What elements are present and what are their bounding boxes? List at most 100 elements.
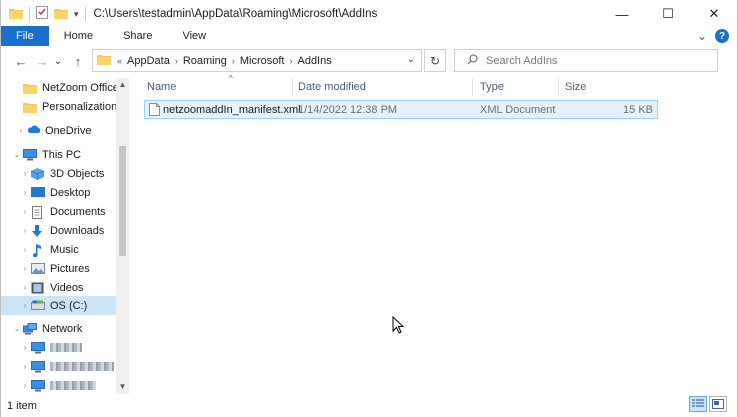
sidebar-item-label: Pictures	[50, 262, 90, 275]
column-divider[interactable]	[292, 78, 293, 96]
sidebar-item-label: This PC	[42, 148, 82, 161]
column-header-type[interactable]: Type	[480, 76, 562, 98]
file-row[interactable]: netzoomaddIn_manifest.xml 1/14/2022 12:3…	[144, 100, 658, 119]
desktop-icon	[31, 186, 45, 199]
breadcrumb-addins[interactable]: AddIns	[297, 55, 331, 67]
expand-chevron-icon[interactable]: ›	[19, 283, 31, 292]
search-placeholder: Search AddIns	[486, 54, 558, 67]
new-folder-icon[interactable]	[54, 7, 68, 22]
column-header-date-modified[interactable]: Date modified	[298, 76, 474, 98]
sidebar-item-pictures[interactable]: › Pictures	[1, 259, 116, 278]
sidebar-item-3d-objects[interactable]: › 3D Objects	[1, 164, 116, 183]
sidebar-item-downloads[interactable]: › Downloads	[1, 221, 116, 240]
tab-view[interactable]: View	[167, 26, 221, 46]
expand-chevron-icon[interactable]: ›	[19, 188, 31, 197]
sidebar-item-netzoom-office[interactable]: NetZoom Office	[1, 78, 119, 97]
expand-chevron-icon[interactable]: ›	[19, 245, 31, 254]
expand-ribbon-icon[interactable]: ⌄	[697, 29, 707, 43]
column-header-name[interactable]: Name ^	[147, 74, 295, 98]
collapse-chevron-icon[interactable]: ⌄	[11, 150, 23, 159]
expand-chevron-icon[interactable]: ›	[15, 126, 27, 135]
column-label: Name	[147, 81, 177, 93]
cube-icon	[30, 167, 45, 180]
expand-chevron-icon[interactable]: ›	[19, 169, 31, 178]
scrollbar-thumb[interactable]	[119, 146, 126, 256]
column-divider[interactable]	[472, 78, 473, 96]
sidebar-item-network[interactable]: ⌄ Network	[1, 319, 116, 338]
document-icon	[31, 205, 45, 219]
expand-chevron-icon[interactable]: ›	[19, 343, 31, 352]
search-box[interactable]: Search AddIns	[454, 49, 718, 72]
address-dropdown-button[interactable]: ⌄	[407, 54, 415, 65]
breadcrumb-microsoft[interactable]: Microsoft	[240, 55, 285, 67]
sidebar-item-os-c[interactable]: › OS (C:)	[1, 296, 116, 315]
window-title: C:\Users\testadmin\AppData\Roaming\Micro…	[93, 8, 378, 20]
tab-share[interactable]: Share	[108, 26, 167, 46]
pictures-icon	[31, 262, 45, 275]
forward-button[interactable]: →	[31, 50, 53, 72]
expand-chevron-icon[interactable]: ›	[19, 207, 31, 216]
sidebar-item-music[interactable]: › Music	[1, 240, 116, 259]
redacted-label	[50, 343, 82, 352]
computer-icon	[31, 379, 45, 392]
computer-icon	[31, 360, 45, 373]
column-header-size[interactable]: Size	[565, 76, 655, 98]
search-icon	[467, 53, 478, 68]
details-view-icon[interactable]	[689, 396, 707, 412]
file-name: netzoomaddIn_manifest.xml	[163, 104, 301, 116]
sidebar-item-personalization[interactable]: Personalization (	[1, 97, 124, 116]
properties-icon[interactable]	[36, 6, 48, 22]
expand-chevron-icon[interactable]: ›	[19, 381, 31, 390]
sidebar-item-desktop[interactable]: › Desktop	[1, 183, 116, 202]
folder-icon	[23, 101, 37, 113]
quick-access-toolbar: ▾	[1, 6, 86, 22]
sidebar-item-label: OS (C:)	[50, 299, 88, 312]
folder-icon	[9, 7, 23, 22]
expand-chevron-icon[interactable]: ›	[19, 264, 31, 273]
breadcrumb-appdata[interactable]: AppData	[127, 55, 170, 67]
breadcrumb-overflow[interactable]: «	[117, 56, 122, 66]
recent-locations-button[interactable]: ⌄	[51, 50, 65, 72]
back-button[interactable]: ←	[10, 50, 32, 72]
maximize-button[interactable]: ☐	[645, 0, 691, 28]
collapse-chevron-icon[interactable]: ⌄	[11, 324, 23, 333]
sidebar-item-network-computer[interactable]: ›	[1, 338, 116, 357]
address-bar[interactable]: « AppData › Roaming › Microsoft › AddIns…	[92, 49, 422, 72]
file-explorer-window: ▾ C:\Users\testadmin\AppData\Roaming\Mic…	[0, 0, 738, 417]
large-icons-view-icon[interactable]	[709, 396, 727, 412]
file-type: XML Document	[480, 104, 556, 116]
refresh-button[interactable]: ↻	[424, 49, 446, 72]
navigation-pane: NetZoom Office Personalization ( › OneDr…	[1, 78, 129, 394]
folder-icon	[23, 82, 37, 94]
sidebar-item-documents[interactable]: › Documents	[1, 202, 116, 221]
sidebar-item-label: Network	[42, 322, 83, 335]
navigation-pane-scrollbar[interactable]: ▲ ▼	[116, 78, 129, 394]
sidebar-item-this-pc[interactable]: ⌄ This PC	[1, 145, 116, 164]
column-divider[interactable]	[558, 78, 559, 96]
status-bar: 1 item	[1, 394, 737, 417]
scroll-down-icon[interactable]: ▼	[116, 382, 129, 391]
sidebar-item-label: Music	[50, 243, 79, 256]
expand-chevron-icon[interactable]: ›	[19, 362, 31, 371]
minimize-button[interactable]: —	[599, 0, 645, 28]
column-label: Size	[565, 81, 587, 93]
expand-chevron-icon[interactable]: ›	[19, 226, 31, 235]
column-label: Date modified	[298, 81, 366, 93]
sidebar-item-videos[interactable]: › Videos	[1, 278, 116, 297]
sidebar-item-network-computer[interactable]: ›	[1, 376, 116, 394]
tab-file[interactable]: File	[1, 26, 49, 46]
sidebar-item-onedrive[interactable]: › OneDrive	[1, 121, 116, 140]
sidebar-item-label: Personalization (	[42, 100, 124, 113]
ribbon-tabs: File Home Share View ⌄ ?	[1, 26, 737, 46]
scroll-up-icon[interactable]: ▲	[116, 80, 129, 89]
help-icon[interactable]: ?	[715, 29, 729, 43]
title-bar: ▾ C:\Users\testadmin\AppData\Roaming\Mic…	[1, 0, 737, 28]
sidebar-item-network-computer[interactable]: ›	[1, 357, 116, 376]
close-button[interactable]: ✕	[691, 0, 737, 28]
up-button[interactable]: ↑	[67, 50, 89, 72]
tab-home[interactable]: Home	[49, 26, 108, 46]
redacted-label	[50, 381, 96, 390]
breadcrumb-roaming[interactable]: Roaming	[183, 55, 227, 67]
customize-toolbar-icon[interactable]: ▾	[74, 9, 79, 20]
expand-chevron-icon[interactable]: ›	[19, 301, 31, 310]
